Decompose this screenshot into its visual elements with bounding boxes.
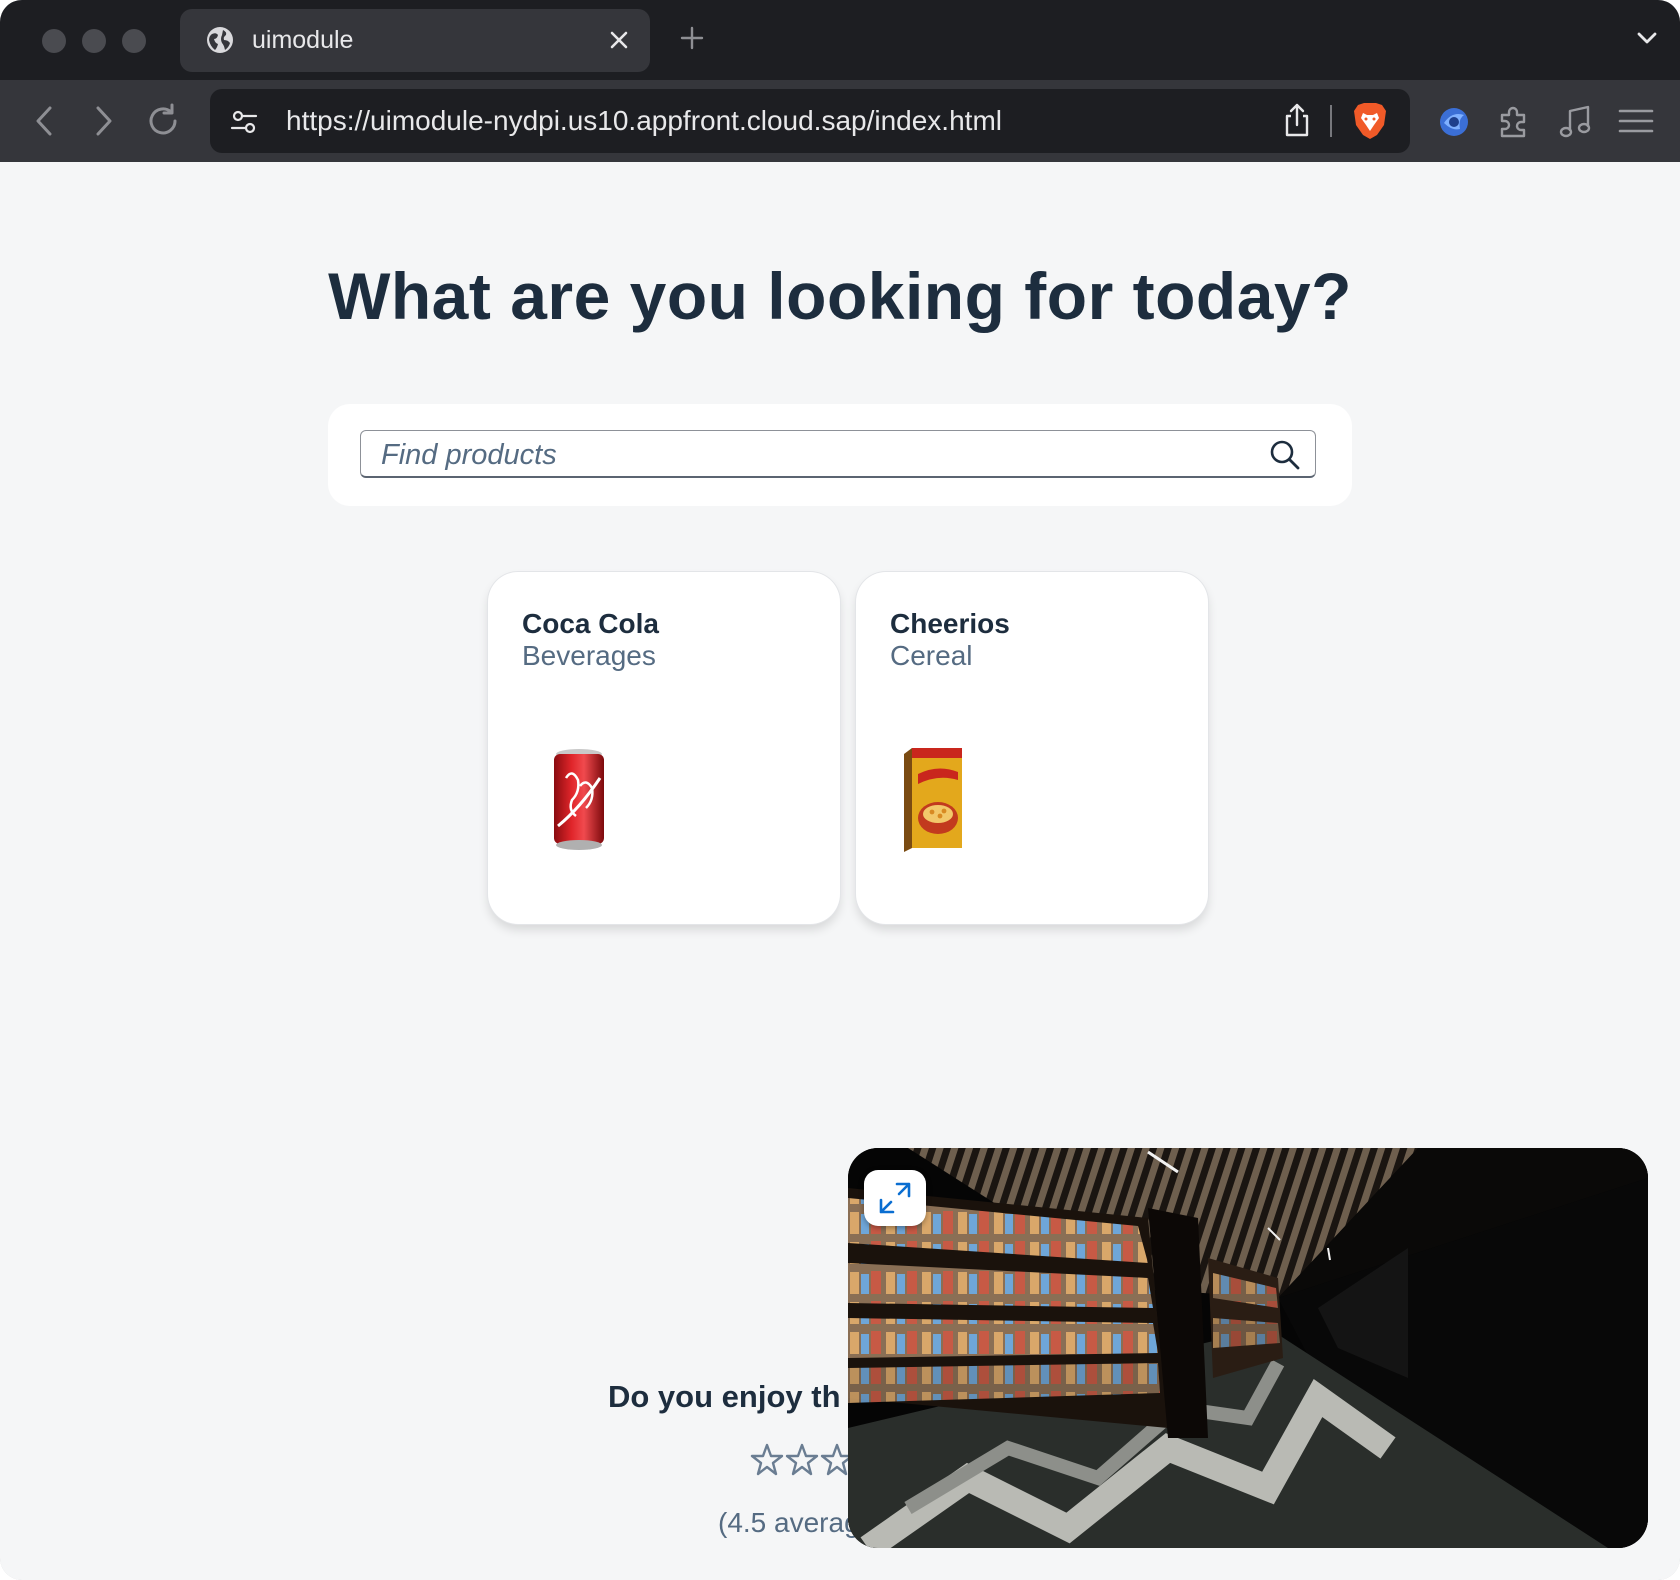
url-text[interactable]: https://uimodule-nydpi.us10.appfront.clo… bbox=[286, 105, 1002, 137]
product-category: Cereal bbox=[890, 640, 973, 671]
menu-icon[interactable] bbox=[1616, 101, 1656, 141]
forward-icon[interactable] bbox=[84, 102, 122, 140]
tab-title: uimodule bbox=[252, 26, 354, 54]
reload-icon[interactable] bbox=[144, 102, 182, 140]
window-minimize-dot[interactable] bbox=[82, 29, 106, 53]
window-zoom-dot[interactable] bbox=[122, 29, 146, 53]
expand-button[interactable] bbox=[864, 1170, 926, 1226]
search-input[interactable] bbox=[379, 437, 1243, 473]
media-icon[interactable] bbox=[1556, 101, 1596, 141]
page-headline: What are you looking for today? bbox=[328, 259, 1352, 333]
share-icon[interactable] bbox=[1282, 103, 1312, 137]
tab-bar: uimodule bbox=[0, 0, 1680, 80]
product-category: Beverages bbox=[522, 640, 656, 671]
expand-icon bbox=[879, 1182, 911, 1214]
rating-question: Do you enjoy th bbox=[608, 1379, 841, 1414]
search-field[interactable] bbox=[360, 430, 1316, 478]
browser-window: uimodule https://uimodule-nydpi.us10.app… bbox=[0, 0, 1680, 1580]
browser-tab[interactable]: uimodule bbox=[180, 9, 650, 72]
extensions-icon[interactable] bbox=[1494, 101, 1534, 141]
address-bar[interactable]: https://uimodule-nydpi.us10.appfront.clo… bbox=[210, 89, 1410, 153]
product-name: Coca Cola bbox=[522, 608, 659, 639]
page-content: What are you looking for today? Coca Col… bbox=[0, 162, 1680, 1580]
new-tab-icon[interactable] bbox=[680, 26, 704, 50]
site-settings-icon[interactable] bbox=[230, 108, 258, 136]
back-icon[interactable] bbox=[26, 102, 64, 140]
product-card[interactable]: Cheerios Cereal bbox=[856, 572, 1208, 924]
product-card[interactable]: Coca Cola Beverages bbox=[488, 572, 840, 924]
address-bar-divider bbox=[1330, 105, 1332, 137]
product-name: Cheerios bbox=[890, 608, 1010, 639]
chevron-down-icon[interactable] bbox=[1636, 30, 1658, 46]
soda-can-image bbox=[554, 749, 604, 850]
window-close-dot[interactable] bbox=[42, 29, 66, 53]
globe-icon bbox=[207, 27, 233, 53]
search-icon[interactable] bbox=[1269, 439, 1301, 471]
browser-toolbar: https://uimodule-nydpi.us10.appfront.clo… bbox=[0, 80, 1680, 162]
search-panel bbox=[328, 404, 1352, 506]
star-icon bbox=[750, 1443, 784, 1476]
cereal-box-image bbox=[904, 748, 962, 852]
brave-shields-icon[interactable] bbox=[1352, 101, 1388, 141]
leo-ai-icon[interactable] bbox=[1434, 101, 1474, 141]
close-icon[interactable] bbox=[608, 29, 630, 51]
rating-average: (4.5 averag bbox=[718, 1507, 860, 1538]
store-aisle-scene bbox=[848, 1148, 1648, 1548]
store-3d-viewer[interactable] bbox=[848, 1148, 1648, 1548]
star-icon bbox=[785, 1443, 819, 1476]
